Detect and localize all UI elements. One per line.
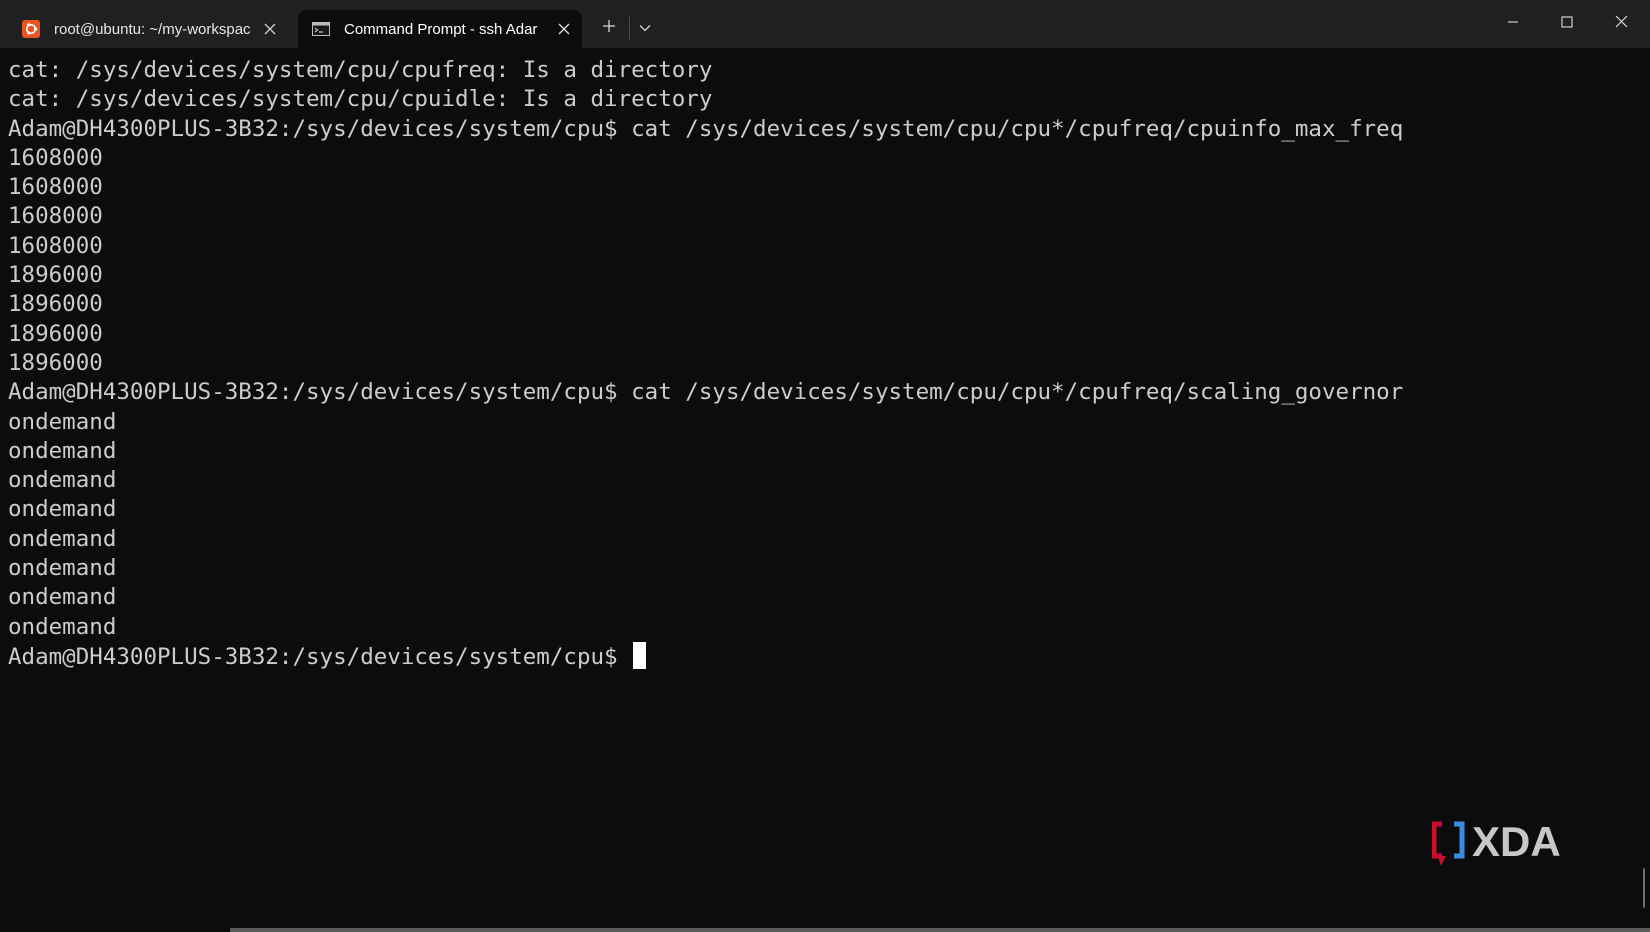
chevron-down-icon — [639, 19, 651, 37]
command-prompt-icon — [312, 20, 330, 38]
close-icon — [1615, 15, 1628, 33]
terminal-line: ondemand — [8, 525, 117, 552]
close-tab-icon[interactable] — [252, 23, 288, 35]
xda-logo: XDA — [1431, 818, 1592, 868]
terminal-line: 1608000 — [8, 174, 103, 201]
terminal-line: cat: /sys/devices/system/cpu/cpuidle: Is… — [8, 86, 713, 113]
terminal-line: ondemand — [8, 408, 117, 435]
maximize-button[interactable] — [1540, 0, 1594, 48]
close-tab-icon[interactable] — [546, 23, 582, 35]
terminal-line: 1608000 — [8, 232, 103, 259]
tab-title: root@ubuntu: ~/my-workspac — [54, 20, 251, 38]
tab-command-prompt[interactable]: Command Prompt - ssh Adar — [298, 10, 582, 48]
maximize-icon — [1561, 15, 1573, 33]
terminal-line: ondemand — [8, 584, 117, 611]
terminal-line: 1608000 — [8, 144, 103, 171]
plus-icon — [602, 19, 616, 38]
terminal-line: ondemand — [8, 496, 117, 523]
close-window-button[interactable] — [1594, 0, 1648, 48]
terminal-line: 1896000 — [8, 291, 103, 318]
terminal-prompt-line: Adam@DH4300PLUS-3B32:/sys/devices/system… — [8, 641, 1403, 671]
divider — [629, 17, 630, 41]
terminal-lines: cat: /sys/devices/system/cpu/cpufreq: Is… — [8, 56, 1403, 671]
scrollbar-thumb[interactable] — [1643, 868, 1645, 908]
terminal-line: ondemand — [8, 467, 117, 494]
terminal-line: Adam@DH4300PLUS-3B32:/sys/devices/system… — [8, 115, 1404, 142]
tab-ubuntu[interactable]: root@ubuntu: ~/my-workspac — [8, 10, 288, 48]
new-tab-button[interactable] — [592, 12, 626, 44]
terminal-line: ondemand — [8, 555, 117, 582]
tab-title: Command Prompt - ssh Adar — [344, 20, 538, 38]
minimize-button[interactable] — [1486, 0, 1540, 48]
terminal-window: root@ubuntu: ~/my-workspac Command Promp… — [0, 0, 1650, 932]
terminal-line: 1896000 — [8, 320, 103, 347]
text-cursor — [633, 641, 647, 669]
terminal-line: ondemand — [8, 613, 117, 640]
xda-logo-text: XDA — [1472, 818, 1561, 865]
scrollbar[interactable] — [1640, 48, 1650, 932]
new-tab-dropdown-button[interactable] — [632, 12, 658, 44]
ubuntu-icon — [22, 20, 40, 38]
terminal-line: 1896000 — [8, 349, 103, 376]
terminal-prompt: Adam@DH4300PLUS-3B32:/sys/devices/system… — [8, 643, 632, 670]
terminal-line: 1896000 — [8, 262, 103, 289]
terminal-line: cat: /sys/devices/system/cpu/cpufreq: Is… — [8, 57, 713, 83]
window-bottom-edge — [230, 928, 1650, 932]
terminal-line: 1608000 — [8, 203, 103, 230]
minimize-icon — [1507, 15, 1519, 33]
terminal-line: ondemand — [8, 437, 117, 464]
terminal-line: Adam@DH4300PLUS-3B32:/sys/devices/system… — [8, 379, 1404, 406]
terminal-output[interactable]: cat: /sys/devices/system/cpu/cpufreq: Is… — [0, 48, 1640, 932]
title-bar: root@ubuntu: ~/my-workspac Command Promp… — [0, 0, 1650, 48]
